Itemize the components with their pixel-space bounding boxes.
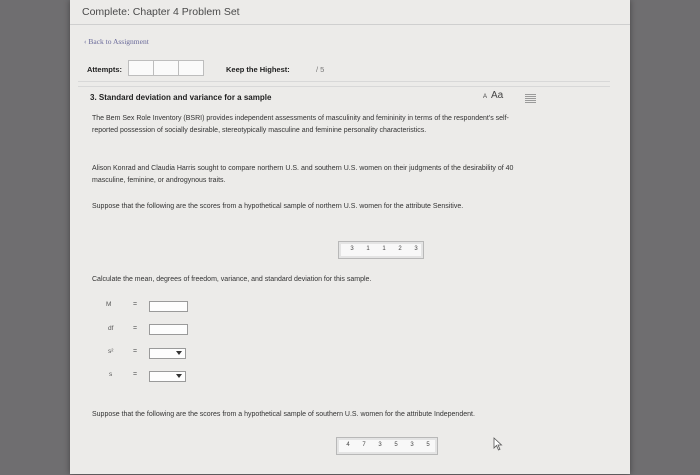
mean-equals: = [133, 301, 138, 308]
mean-label: M [106, 301, 112, 308]
attempts-bar: Attempts: Keep the Highest: / 5 [78, 55, 610, 82]
south-score: 5 [426, 442, 430, 448]
south-scores-box: 4 7 3 5 3 5 [336, 437, 438, 455]
problem-panel: 3. Standard deviation and variance for a… [78, 86, 610, 475]
font-size-tools: A Aa [483, 90, 503, 101]
south-score: 3 [378, 442, 382, 448]
north-score: 1 [366, 246, 370, 252]
attempt-slot-2 [153, 60, 179, 76]
attempt-slot-3 [178, 60, 204, 76]
variance-equals: = [133, 348, 138, 355]
north-sample-paragraph: Suppose that the following are the score… [92, 203, 464, 210]
south-score: 3 [410, 442, 414, 448]
stddev-equals: = [133, 371, 138, 378]
south-score: 5 [394, 442, 398, 448]
north-score: 3 [350, 246, 354, 252]
font-increase-button[interactable]: Aa [491, 90, 503, 101]
df-input[interactable] [149, 324, 188, 335]
print-icon[interactable] [525, 94, 536, 103]
keep-highest-label: Keep the Highest: [226, 65, 290, 74]
chevron-down-icon [176, 351, 182, 355]
intro-paragraph: The Bem Sex Role Inventory (BSRI) provid… [92, 115, 509, 134]
keep-highest-value: / 5 [316, 65, 325, 74]
stddev-select[interactable] [149, 371, 186, 382]
instruction-text: Calculate the mean, degrees of freedom, … [92, 276, 372, 283]
chevron-down-icon [176, 374, 182, 378]
attempt-slot-1 [128, 60, 154, 76]
north-score: 2 [398, 246, 402, 252]
font-decrease-button[interactable]: A [483, 94, 487, 100]
north-score: 3 [414, 246, 418, 252]
south-sample-paragraph: Suppose that the following are the score… [92, 411, 475, 418]
south-score: 7 [362, 442, 366, 448]
variance-label: s² [108, 348, 114, 355]
variance-select[interactable] [149, 348, 186, 359]
df-label: df [108, 325, 114, 332]
problem-title: 3. Standard deviation and variance for a… [90, 93, 272, 102]
attempts-label: Attempts: [87, 65, 122, 74]
mouse-pointer-icon [493, 437, 503, 451]
assignment-page: Complete: Chapter 4 Problem Set ‹ Back t… [70, 0, 630, 474]
north-scores-box: 3 1 1 2 3 [338, 241, 424, 259]
title-divider [70, 24, 630, 25]
stddev-label: s [109, 371, 113, 378]
south-score: 4 [346, 442, 350, 448]
back-to-assignment-link[interactable]: ‹ Back to Assignment [84, 37, 149, 46]
north-score: 1 [382, 246, 386, 252]
page-title: Complete: Chapter 4 Problem Set [82, 6, 240, 18]
mean-input[interactable] [149, 301, 188, 312]
df-equals: = [133, 325, 138, 332]
study-paragraph: Alison Konrad and Claudia Harris sought … [92, 165, 514, 184]
